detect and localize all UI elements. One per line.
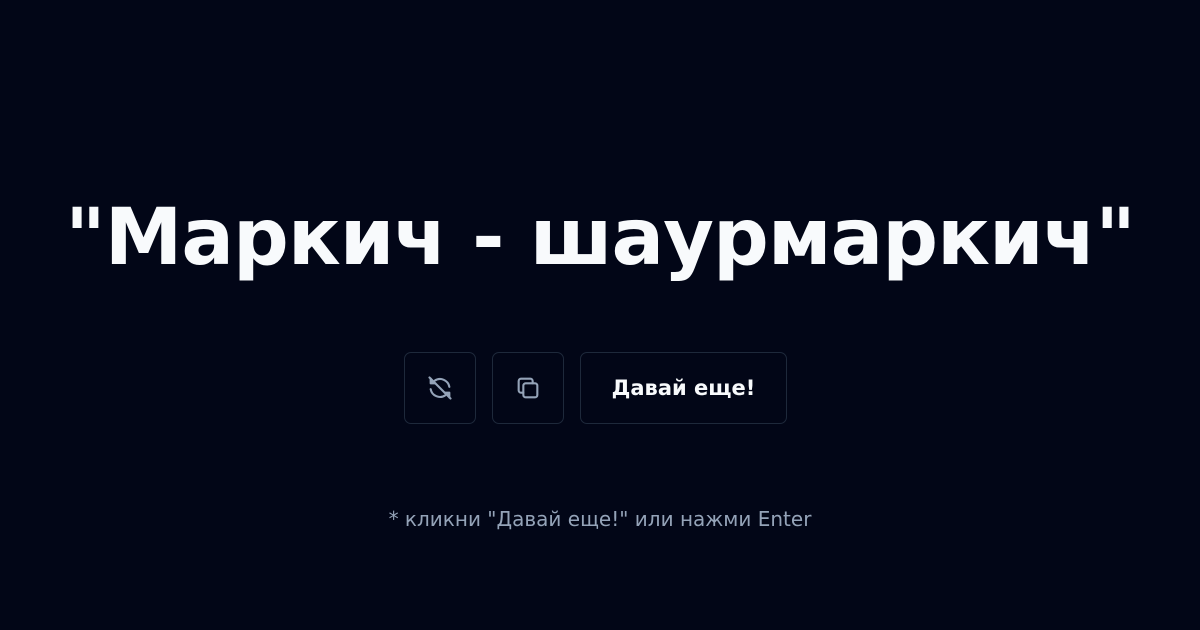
copy-icon [517, 377, 539, 399]
refresh-off-icon [428, 376, 452, 400]
action-buttons: Давай еще! [404, 352, 787, 424]
hint-text: * кликни "Давай еще!" или нажми Enter [388, 507, 812, 531]
generated-phrase: "Маркич - шаурмаркич" [65, 193, 1136, 283]
more-button[interactable]: Давай еще! [580, 352, 787, 424]
page: "Маркич - шаурмаркич" Давай еще! * кликн… [0, 0, 1200, 630]
toggle-auto-refresh-button[interactable] [404, 352, 476, 424]
copy-button[interactable] [492, 352, 564, 424]
